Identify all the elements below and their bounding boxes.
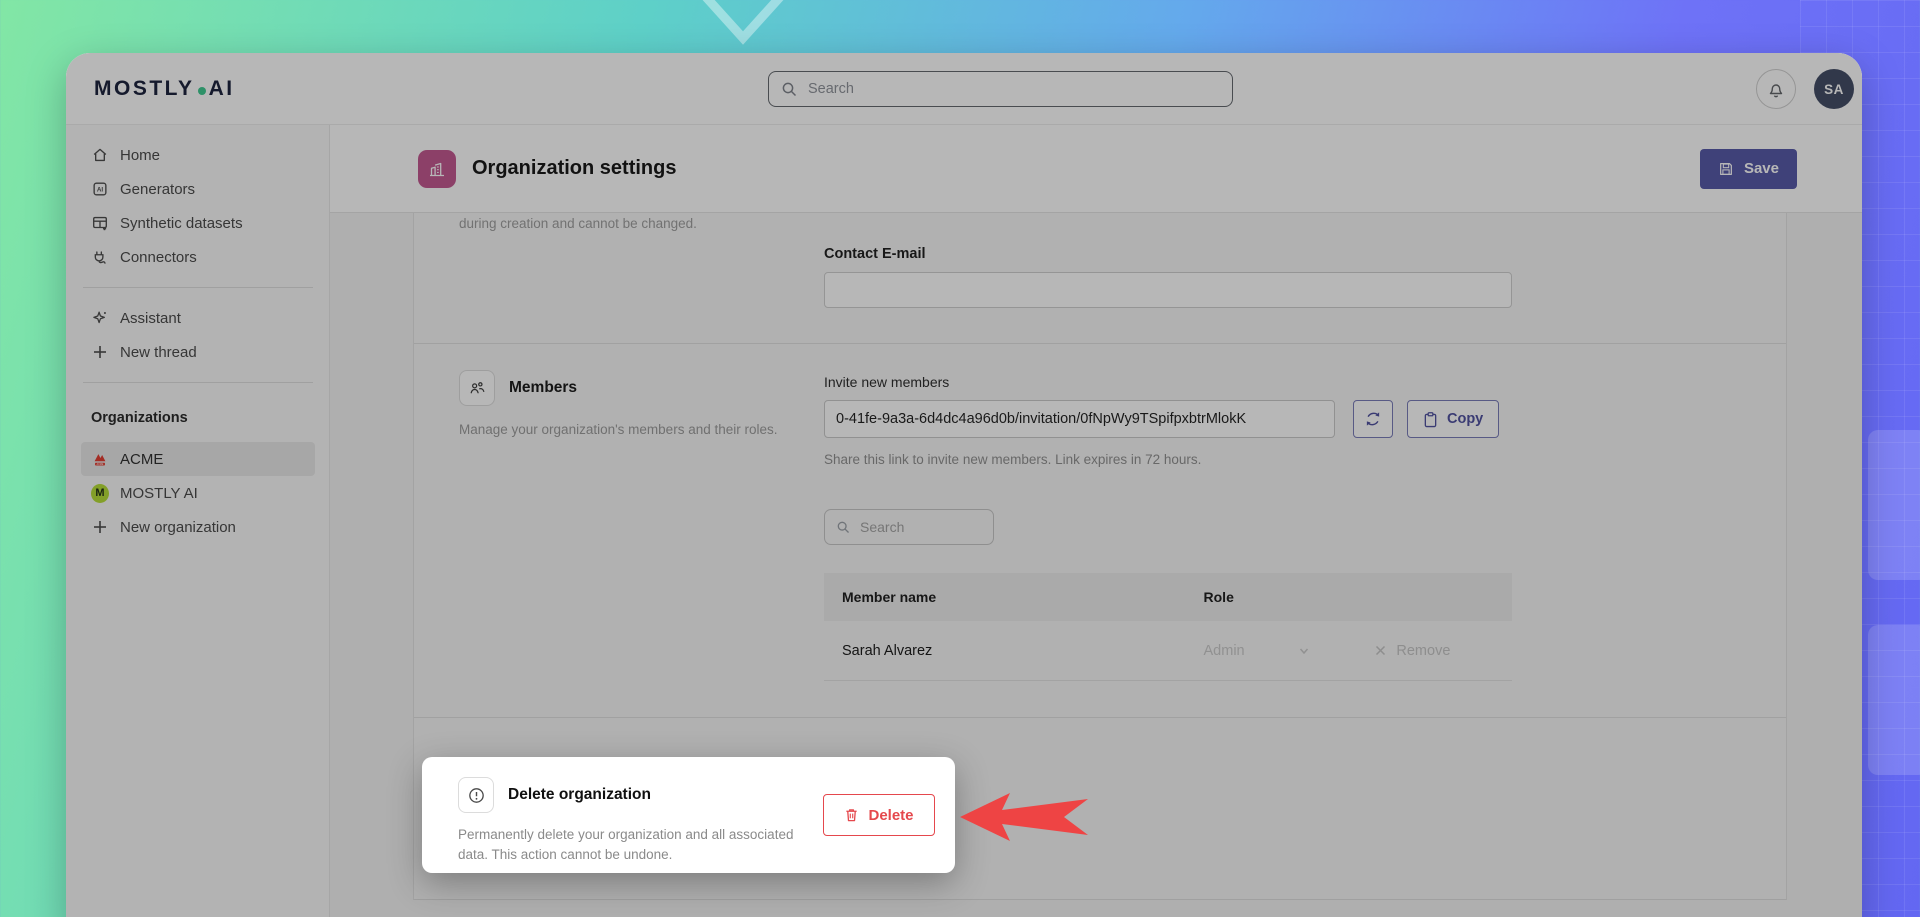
sidebar-item-label: Assistant xyxy=(120,310,181,327)
save-icon xyxy=(1718,161,1734,177)
datasets-icon xyxy=(91,214,109,232)
close-icon xyxy=(1374,644,1387,657)
organizations-section-label: Organizations xyxy=(81,396,315,442)
sidebar: Home AI Generators Synthetic datasets Co… xyxy=(66,125,330,917)
plus-icon xyxy=(91,519,109,535)
members-section: Members Manage your organization's membe… xyxy=(414,344,1786,718)
home-icon xyxy=(91,146,109,164)
sidebar-item-synthetic-datasets[interactable]: Synthetic datasets xyxy=(81,206,315,240)
table-row: Sarah Alvarez Admin xyxy=(824,621,1512,681)
regenerate-link-button[interactable] xyxy=(1353,400,1393,438)
logo-dot-icon xyxy=(198,87,206,95)
trash-icon xyxy=(844,807,859,823)
sidebar-item-label: Synthetic datasets xyxy=(120,215,243,232)
page-title: Organization settings xyxy=(472,157,676,180)
warning-icon-box xyxy=(458,777,494,813)
connectors-icon xyxy=(91,248,109,266)
mostly-org-icon: M xyxy=(91,484,109,503)
search-icon xyxy=(781,81,798,98)
background-block-decoration xyxy=(1868,430,1920,580)
members-icon xyxy=(468,379,487,398)
invite-link-input[interactable] xyxy=(824,400,1335,438)
sidebar-item-label: Connectors xyxy=(120,249,197,266)
svg-text:ACME: ACME xyxy=(97,462,104,465)
sidebar-item-label: New thread xyxy=(120,344,197,361)
alert-circle-icon xyxy=(467,786,486,805)
sidebar-divider xyxy=(83,382,313,383)
delete-organization-button[interactable]: Delete xyxy=(823,794,935,836)
column-header-role: Role xyxy=(1196,589,1375,605)
sidebar-item-home[interactable]: Home xyxy=(81,138,315,172)
save-button[interactable]: Save xyxy=(1700,149,1797,189)
search-input[interactable] xyxy=(808,81,1220,97)
sidebar-item-org-mostly-ai[interactable]: M MOSTLY AI xyxy=(81,476,315,510)
invite-link-label: Invite new members xyxy=(824,374,1512,390)
chevron-down-icon xyxy=(1297,644,1311,658)
avatar-initials: SA xyxy=(1824,82,1844,97)
sidebar-item-label: Home xyxy=(120,147,160,164)
search-icon xyxy=(836,520,851,535)
general-section-description: during creation and cannot be changed. xyxy=(459,213,824,234)
notifications-button[interactable] xyxy=(1756,69,1796,109)
sidebar-item-org-acme[interactable]: ACME ACME xyxy=(81,442,315,476)
bell-icon xyxy=(1767,80,1785,99)
members-description: Manage your organization's members and t… xyxy=(459,420,789,440)
member-search[interactable] xyxy=(824,509,994,545)
sidebar-item-new-organization[interactable]: New organization xyxy=(81,510,315,544)
delete-organization-card: Delete organization Permanently delete y… xyxy=(422,757,955,873)
copy-button-label: Copy xyxy=(1447,411,1483,427)
sparkle-icon xyxy=(91,309,109,327)
plus-icon xyxy=(91,344,109,360)
logo-text: AI xyxy=(209,77,235,101)
members-icon-box xyxy=(459,370,495,406)
mostly-ai-logo[interactable]: MOSTLY AI xyxy=(94,77,235,101)
invite-link-hint: Share this link to invite new members. L… xyxy=(824,452,1512,467)
sidebar-item-label: New organization xyxy=(120,519,236,536)
sidebar-item-label: ACME xyxy=(120,451,163,468)
sidebar-item-generators[interactable]: AI Generators xyxy=(81,172,315,206)
general-section: during creation and cannot be changed. C… xyxy=(414,213,1786,344)
pointer-arrow-annotation xyxy=(958,791,1090,843)
page-header: Organization settings Save xyxy=(330,125,1862,213)
members-table-header: Member name Role xyxy=(824,573,1512,621)
acme-org-icon: ACME xyxy=(91,450,109,469)
members-title: Members xyxy=(509,379,577,397)
sidebar-item-connectors[interactable]: Connectors xyxy=(81,240,315,274)
delete-section-title: Delete organization xyxy=(508,786,651,804)
user-avatar[interactable]: SA xyxy=(1814,69,1854,109)
sidebar-item-assistant[interactable]: Assistant xyxy=(81,301,315,335)
clipboard-icon xyxy=(1423,411,1438,428)
global-search[interactable] xyxy=(768,71,1233,107)
member-search-input[interactable] xyxy=(860,519,982,535)
sidebar-item-new-thread[interactable]: New thread xyxy=(81,335,315,369)
save-button-label: Save xyxy=(1744,160,1779,177)
background-block-decoration xyxy=(1868,625,1920,775)
contact-email-field[interactable] xyxy=(824,272,1512,308)
sidebar-divider xyxy=(83,287,313,288)
generators-icon: AI xyxy=(91,180,109,198)
delete-section-description: Permanently delete your organization and… xyxy=(458,825,798,866)
delete-button-label: Delete xyxy=(868,807,913,824)
copy-link-button[interactable]: Copy xyxy=(1407,400,1499,438)
topbar: MOSTLY AI SA xyxy=(66,53,1862,125)
remove-member-button[interactable]: Remove xyxy=(1374,643,1512,659)
refresh-icon xyxy=(1364,410,1382,428)
member-name: Sarah Alvarez xyxy=(824,643,1196,659)
members-table: Member name Role Sarah Alvarez Admin xyxy=(824,573,1512,681)
role-dropdown[interactable]: Admin xyxy=(1196,643,1375,659)
svg-text:AI: AI xyxy=(97,187,104,194)
column-header-member-name: Member name xyxy=(824,589,1196,605)
remove-label: Remove xyxy=(1396,643,1450,659)
app-window: MOSTLY AI SA Home xyxy=(66,53,1862,917)
organization-icon xyxy=(418,150,456,188)
role-value: Admin xyxy=(1204,643,1245,659)
contact-email-label: Contact E-mail xyxy=(824,246,1512,262)
sidebar-item-label: MOSTLY AI xyxy=(120,485,198,502)
sidebar-item-label: Generators xyxy=(120,181,195,198)
logo-text: MOSTLY xyxy=(94,77,195,101)
background-chevron-decoration xyxy=(688,0,798,46)
